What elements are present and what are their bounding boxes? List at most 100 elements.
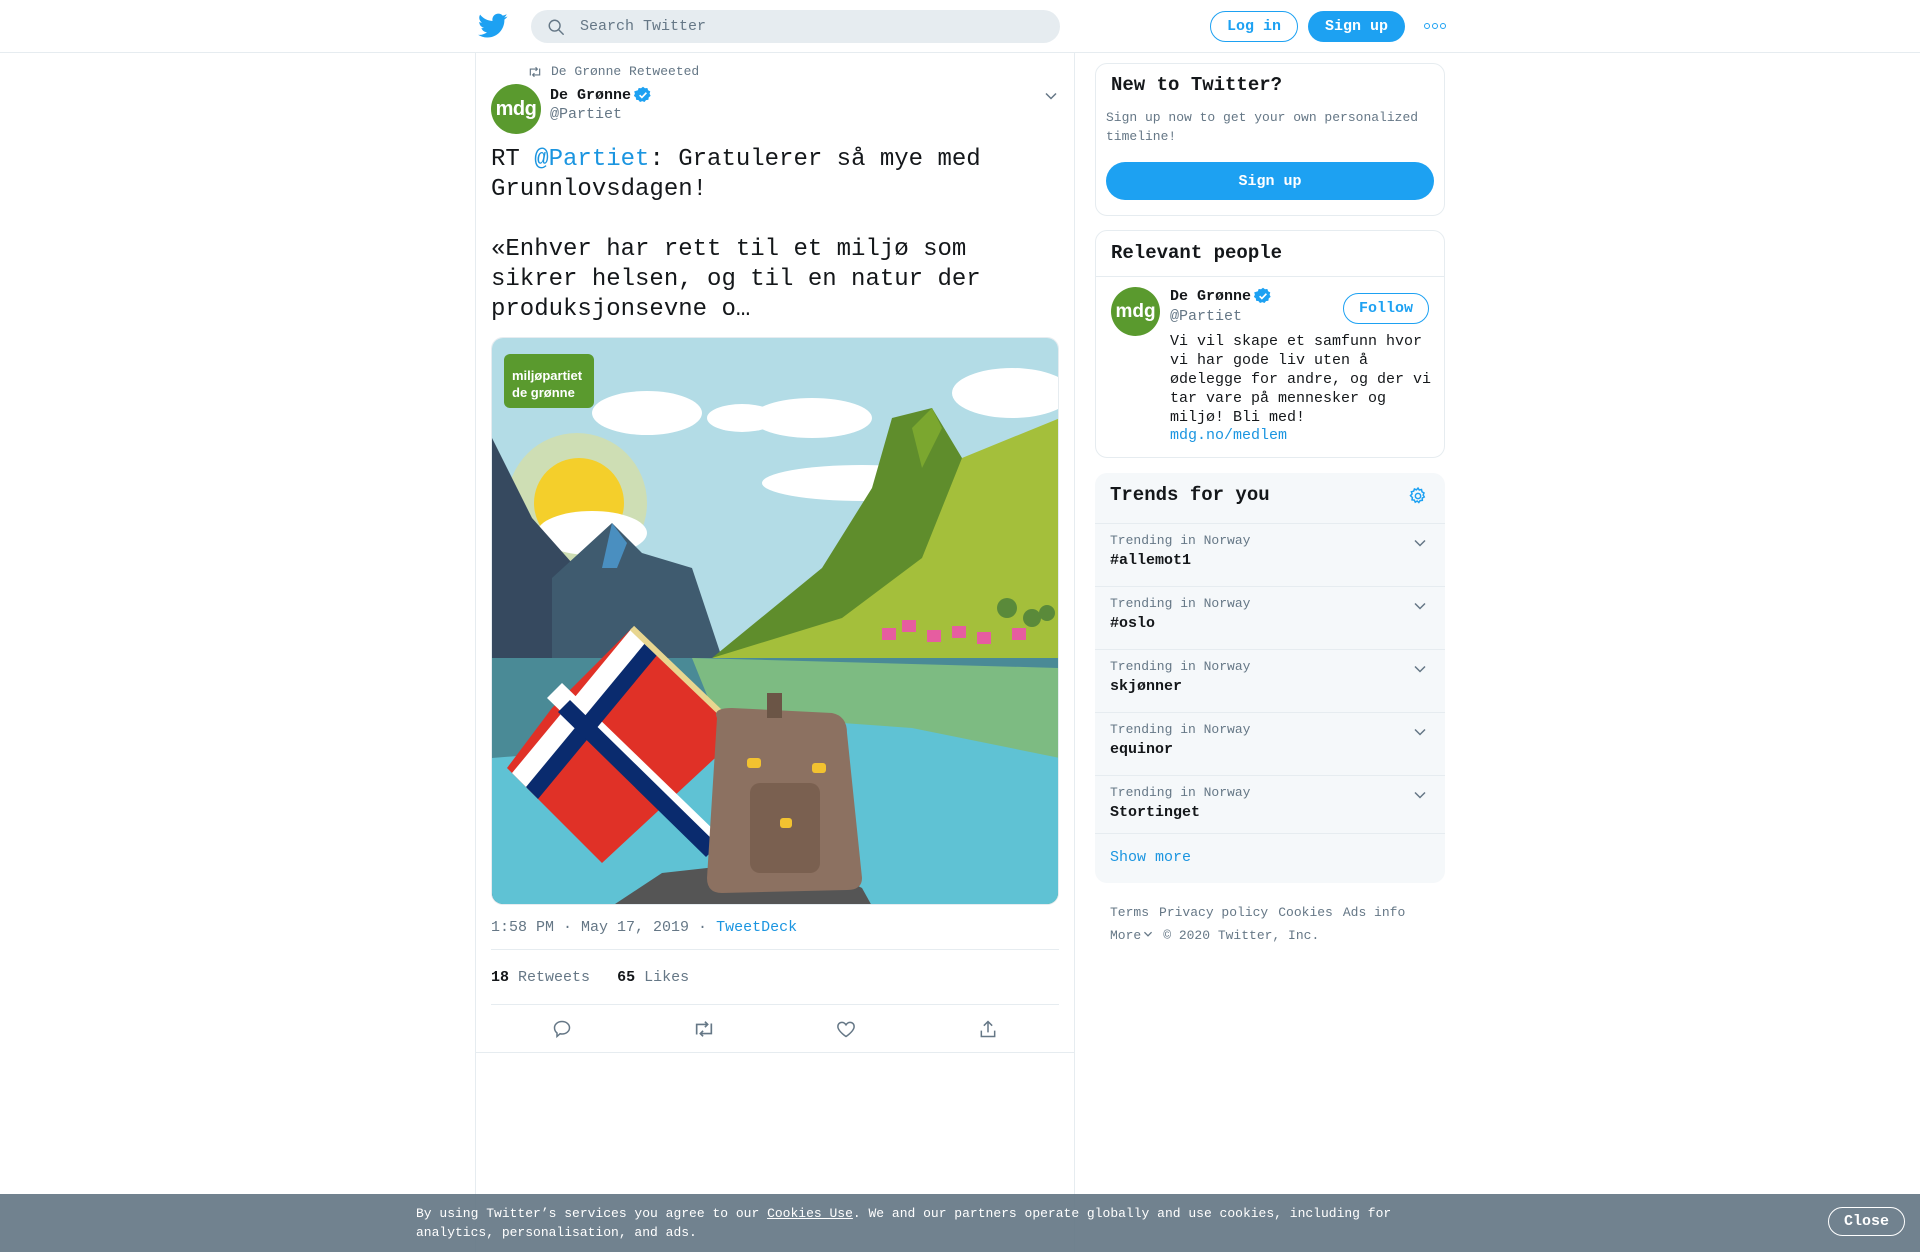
avatar[interactable]: mdg bbox=[491, 84, 541, 134]
divider bbox=[1096, 276, 1444, 277]
tweet-column: De Grønne Retweeted mdg De Grønne @Parti… bbox=[475, 53, 1075, 1252]
tweet-actions bbox=[491, 1019, 1059, 1039]
trend-context: Trending in Norway bbox=[1110, 533, 1251, 548]
trend-item[interactable]: Trending in Norway #oslo bbox=[1095, 586, 1445, 649]
card-description: Sign up now to get your own personalized… bbox=[1106, 110, 1419, 144]
avatar-text: mdg bbox=[1115, 300, 1156, 322]
retweets-label[interactable]: Retweets bbox=[518, 969, 590, 986]
cookie-close-button[interactable]: Close bbox=[1828, 1207, 1905, 1236]
author-handle[interactable]: @Partiet bbox=[550, 106, 622, 123]
person-handle[interactable]: @Partiet bbox=[1170, 308, 1242, 325]
heart-icon bbox=[837, 1021, 855, 1038]
media-logo-line2: de grønne bbox=[512, 385, 575, 400]
footer-more-label[interactable]: More bbox=[1110, 928, 1141, 943]
retweet-icon bbox=[695, 1021, 713, 1037]
copyright: © 2020 Twitter, Inc. bbox=[1163, 928, 1320, 943]
footer-links: Terms Privacy policy Cookies Ads info Mo… bbox=[1110, 901, 1440, 947]
trend-item[interactable]: Trending in Norway skjønner bbox=[1095, 649, 1445, 712]
chevron-down-icon[interactable] bbox=[1413, 725, 1427, 739]
reply-button[interactable] bbox=[491, 1019, 633, 1039]
card-title: Relevant people bbox=[1111, 242, 1283, 264]
cookie-text-before: By using Twitter’s services you agree to… bbox=[416, 1206, 768, 1221]
divider bbox=[491, 1004, 1059, 1005]
show-more-link[interactable]: Show more bbox=[1095, 833, 1445, 883]
likes-label[interactable]: Likes bbox=[644, 969, 689, 986]
chevron-down-icon[interactable] bbox=[1413, 788, 1427, 802]
signup-button[interactable]: Sign up bbox=[1308, 11, 1405, 42]
card-title: Trends for you bbox=[1110, 484, 1270, 506]
trend-context: Trending in Norway bbox=[1110, 659, 1251, 674]
avatar[interactable]: mdg bbox=[1111, 287, 1160, 336]
reply-icon bbox=[553, 1020, 571, 1039]
retweet-context: De Grønne Retweeted bbox=[528, 64, 699, 79]
divider bbox=[491, 949, 1059, 950]
trend-context: Trending in Norway bbox=[1110, 722, 1251, 737]
cookie-banner: By using Twitter’s services you agree to… bbox=[0, 1194, 1920, 1252]
cookie-text: By using Twitter’s services you agree to… bbox=[416, 1204, 1416, 1242]
twitter-bird-icon[interactable] bbox=[478, 13, 508, 39]
chevron-down-icon bbox=[1144, 931, 1153, 937]
divider bbox=[476, 1052, 1074, 1053]
author-name[interactable]: De Grønne bbox=[550, 87, 631, 104]
trend-name[interactable]: #allemot1 bbox=[1110, 552, 1191, 569]
search-input[interactable] bbox=[580, 18, 980, 35]
tweet-stats: 18 Retweets 65 Likes bbox=[491, 969, 689, 986]
card-title: New to Twitter? bbox=[1111, 74, 1283, 96]
tweet-media-image[interactable]: miljøpartiet de grønne bbox=[491, 337, 1059, 905]
tweet-text: RT @Partiet: Gratulerer så mye med Grunn… bbox=[491, 145, 1061, 325]
avatar-text: mdg bbox=[495, 97, 537, 120]
meta-separator: · bbox=[689, 919, 717, 936]
login-button[interactable]: Log in bbox=[1210, 11, 1298, 42]
retweet-button[interactable] bbox=[633, 1019, 775, 1039]
person-name-row[interactable]: De Grønne bbox=[1170, 287, 1272, 305]
follow-button[interactable]: Follow bbox=[1343, 293, 1429, 324]
trend-name[interactable]: Stortinget bbox=[1110, 804, 1200, 821]
trend-item[interactable]: Trending in Norway Stortinget bbox=[1095, 775, 1445, 838]
footer-more-link[interactable]: More bbox=[1110, 924, 1153, 947]
trend-context: Trending in Norway bbox=[1110, 596, 1251, 611]
trend-name[interactable]: skjønner bbox=[1110, 678, 1182, 695]
show-more-label[interactable]: Show more bbox=[1110, 849, 1191, 866]
trend-item[interactable]: Trending in Norway #allemot1 bbox=[1095, 523, 1445, 586]
media-logo-line1: miljøpartiet bbox=[512, 368, 583, 383]
share-button[interactable] bbox=[917, 1019, 1059, 1039]
tweet-meta: 1:58 PM · May 17, 2019 · TweetDeck bbox=[491, 919, 797, 936]
footer-ads-link[interactable]: Ads info bbox=[1343, 901, 1405, 924]
like-button[interactable] bbox=[775, 1019, 917, 1039]
gear-icon[interactable] bbox=[1408, 486, 1428, 506]
chevron-down-icon[interactable] bbox=[1413, 599, 1427, 613]
retweet-icon bbox=[529, 66, 541, 77]
verified-badge-icon bbox=[634, 86, 651, 103]
chevron-down-icon[interactable] bbox=[1044, 89, 1058, 103]
person-bio: Vi vil skape et samfunn hvor vi har gode… bbox=[1170, 333, 1432, 426]
top-navigation-bar: Log in Sign up bbox=[0, 0, 1920, 53]
search-box[interactable] bbox=[531, 10, 1060, 43]
trend-context: Trending in Norway bbox=[1110, 785, 1251, 800]
verified-badge-icon bbox=[1254, 287, 1271, 304]
tweet-source-link[interactable]: TweetDeck bbox=[716, 919, 797, 936]
signup-large-button[interactable]: Sign up bbox=[1106, 162, 1434, 200]
retweeted-by-label: De Grønne Retweeted bbox=[551, 64, 700, 79]
mention-link[interactable]: @Partiet bbox=[534, 146, 649, 173]
trend-name[interactable]: equinor bbox=[1110, 741, 1173, 758]
likes-count[interactable]: 65 bbox=[617, 969, 635, 986]
footer-terms-link[interactable]: Terms bbox=[1110, 901, 1149, 924]
relevant-people-card: Relevant people mdg De Grønne @Partiet F… bbox=[1095, 230, 1445, 458]
tweet-timestamp[interactable]: 1:58 PM · May 17, 2019 bbox=[491, 919, 689, 936]
tweet-text-prefix: RT bbox=[491, 146, 535, 173]
search-icon bbox=[548, 19, 564, 35]
cookies-use-link[interactable]: Cookies Use bbox=[767, 1206, 853, 1221]
trends-card: Trends for you Trending in Norway #allem… bbox=[1095, 473, 1445, 883]
person-name[interactable]: De Grønne bbox=[1170, 288, 1251, 305]
author-name-row[interactable]: De Grønne bbox=[550, 86, 652, 104]
bio-link[interactable]: mdg.no/medlem bbox=[1170, 427, 1287, 444]
chevron-down-icon[interactable] bbox=[1413, 536, 1427, 550]
trend-item[interactable]: Trending in Norway equinor bbox=[1095, 712, 1445, 775]
trend-name[interactable]: #oslo bbox=[1110, 615, 1155, 632]
retweets-count[interactable]: 18 bbox=[491, 969, 509, 986]
footer-cookies-link[interactable]: Cookies bbox=[1278, 901, 1333, 924]
more-options-icon[interactable] bbox=[1424, 20, 1446, 32]
share-icon bbox=[980, 1020, 996, 1038]
footer-privacy-link[interactable]: Privacy policy bbox=[1159, 901, 1268, 924]
chevron-down-icon[interactable] bbox=[1413, 662, 1427, 676]
